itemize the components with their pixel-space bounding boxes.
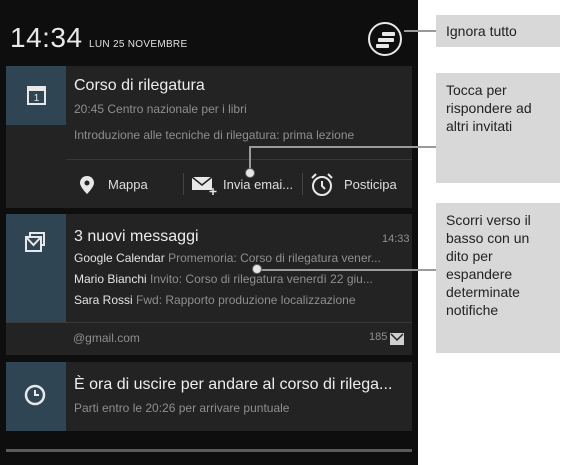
callout-dismiss: Ignora tutto xyxy=(436,15,560,47)
clear-all-icon[interactable] xyxy=(368,22,402,56)
callout-reply: Tocca per rispondere ad altri invitati xyxy=(436,73,560,183)
unread-count: 185 xyxy=(369,331,388,343)
notification-description: Introduzione alle tecniche di rilegatura… xyxy=(74,128,355,142)
notification-subtitle: 20:45 Centro nazionale per i libri xyxy=(74,102,247,116)
notification-subtitle: Parti entro le 20:26 per arrivare puntua… xyxy=(74,401,290,415)
clock-icon-box xyxy=(6,362,66,431)
account-row: @gmail.com 185 xyxy=(6,322,412,354)
email-action-label: Invia emai... xyxy=(223,177,294,192)
message-line[interactable]: Mario Bianchi Invito: Corso di rilegatur… xyxy=(74,272,404,286)
notification-actions: Mappa Invia emai... Posticipa xyxy=(66,159,412,208)
date-label: LUN 25 NOVEMBRE xyxy=(89,39,188,50)
callout-dot xyxy=(252,264,262,274)
clock-time: 14:34 xyxy=(10,22,83,53)
map-pin-icon xyxy=(80,175,94,194)
callout-expand: Scorri verso il basso con un dito per es… xyxy=(436,203,560,353)
snooze-action-label: Posticipa xyxy=(344,177,397,192)
gmail-notification[interactable]: 3 nuovi messaggi 14:33 Google Calendar P… xyxy=(6,214,412,355)
clear-bar xyxy=(376,44,389,48)
message-line[interactable]: Sara Rossi Fwd: Rapporto produzione loca… xyxy=(74,293,404,307)
email-action-button[interactable]: Invia emai... xyxy=(191,160,293,209)
clear-bar xyxy=(382,32,395,36)
notification-time: 14:33 xyxy=(382,233,410,245)
map-action-label: Mappa xyxy=(108,177,148,192)
account-label: @gmail.com xyxy=(73,331,140,345)
message-subject: Invito: Corso di rilegatura venerdì 22 g… xyxy=(150,272,373,286)
message-line[interactable]: Google Calendar Promemoria: Corso di ril… xyxy=(74,251,404,265)
email-add-icon xyxy=(191,175,217,195)
notification-title: Corso di rilegatura xyxy=(74,77,205,94)
callout-pointer xyxy=(404,30,436,32)
notification-title: È ora di uscire per andare al corso di r… xyxy=(74,376,393,393)
alarm-clock-icon xyxy=(311,172,333,196)
action-divider xyxy=(183,173,184,195)
drag-handle[interactable] xyxy=(6,449,412,452)
callout-pointer xyxy=(258,269,436,271)
gmail-stack-icon xyxy=(25,232,45,252)
clock-icon xyxy=(24,384,46,406)
calendar-notification[interactable]: 1 Corso di rilegatura 20:45 Centro nazio… xyxy=(6,66,412,208)
notification-title: 3 nuovi messaggi xyxy=(74,228,199,245)
status-header: 14:34 LUN 25 NOVEMBRE xyxy=(0,16,418,66)
calendar-icon: 1 xyxy=(27,86,46,105)
action-divider xyxy=(302,173,303,195)
snooze-action-button[interactable]: Posticipa xyxy=(310,160,397,209)
gmail-icon-box xyxy=(6,214,66,322)
clock-notification[interactable]: È ora di uscire per andare al corso di r… xyxy=(6,362,412,431)
notification-shade: 14:34 LUN 25 NOVEMBRE 1 Corso di rilegat… xyxy=(0,0,418,465)
message-sender: Mario Bianchi xyxy=(74,272,147,286)
callout-dot xyxy=(245,168,255,178)
mail-icon xyxy=(390,333,404,345)
message-sender: Google Calendar xyxy=(74,251,165,265)
map-action-button[interactable]: Mappa xyxy=(80,160,148,209)
message-sender: Sara Rossi xyxy=(74,293,133,307)
message-subject: Promemoria: Corso di rilegatura vener... xyxy=(168,251,381,265)
callout-pointer xyxy=(250,146,436,148)
message-subject: Fwd: Rapporto produzione localizzazione xyxy=(136,293,356,307)
calendar-icon-box: 1 xyxy=(6,66,66,125)
clear-bar xyxy=(378,38,394,42)
svg-text:1: 1 xyxy=(34,93,40,104)
